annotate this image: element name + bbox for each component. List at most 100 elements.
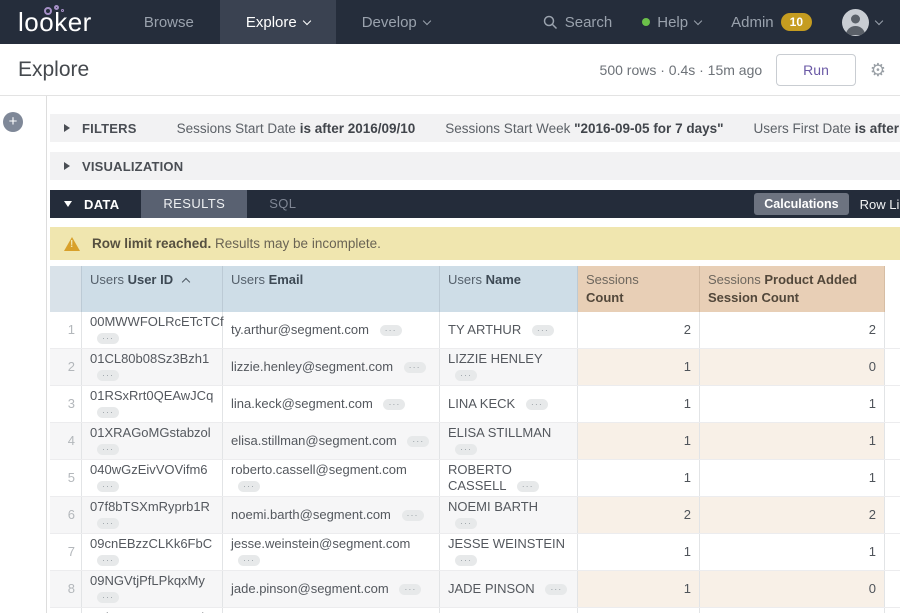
cell-user-id[interactable]: 00MWWFOLRcETcTCf ··· bbox=[82, 312, 223, 348]
cell-email[interactable]: lina.keck@segment.com ··· bbox=[223, 386, 440, 422]
cell-user-id[interactable]: 0Ai6GNCGszHC4qlF ··· bbox=[82, 608, 223, 613]
cell-user-id[interactable]: 01CL80b08Sz3Bzh1 ··· bbox=[82, 349, 223, 385]
tab-sql[interactable]: SQL bbox=[247, 190, 318, 218]
cell-user-id[interactable]: 09cnEBzzCLKk6FbC ··· bbox=[82, 534, 223, 570]
cell-product-added-session-count[interactable]: 1 bbox=[700, 386, 885, 422]
run-button[interactable]: Run bbox=[776, 54, 856, 86]
cell-menu-icon[interactable]: ··· bbox=[455, 444, 477, 455]
cell-menu-icon[interactable]: ··· bbox=[399, 584, 421, 595]
cell-user-id[interactable]: 040wGzEivVOVifm6 ··· bbox=[82, 460, 223, 496]
cell-menu-icon[interactable]: ··· bbox=[380, 325, 402, 336]
cell-sessions-count[interactable]: 2 bbox=[578, 312, 700, 348]
visualization-bar[interactable]: VISUALIZATION bbox=[50, 152, 900, 180]
cell-menu-icon[interactable]: ··· bbox=[455, 555, 477, 566]
nav-admin[interactable]: Admin 10 bbox=[731, 13, 812, 31]
cell-sessions-count[interactable]: 1 bbox=[578, 534, 700, 570]
cell-product-added-session-count[interactable]: 0 bbox=[700, 571, 885, 607]
cell-email[interactable]: jamal.keefe@segment.com ··· bbox=[223, 608, 440, 613]
row-number-value: 4 bbox=[68, 433, 75, 449]
cell-menu-icon[interactable]: ··· bbox=[383, 399, 405, 410]
tab-results[interactable]: RESULTS bbox=[141, 190, 247, 218]
cell-name[interactable]: JADE PINSON ··· bbox=[440, 571, 578, 607]
calculations-button[interactable]: Calculations bbox=[754, 193, 848, 215]
cell-name[interactable]: TY ARTHUR ··· bbox=[440, 312, 578, 348]
cell-menu-icon[interactable]: ··· bbox=[97, 444, 119, 455]
nav-user-menu[interactable] bbox=[842, 9, 882, 36]
cell-sessions-count-value: 1 bbox=[684, 581, 691, 597]
cell-product-added-session-count[interactable]: 2 bbox=[700, 312, 885, 348]
cell-user-id[interactable]: 07f8bTSXmRyprb1R ··· bbox=[82, 497, 223, 533]
cell-user-id-value: 09cnEBzzCLKk6FbC ··· bbox=[90, 536, 214, 568]
cell-menu-icon[interactable]: ··· bbox=[404, 362, 426, 373]
cell-name[interactable]: ELISA STILLMAN ··· bbox=[440, 423, 578, 459]
cell-email[interactable]: jesse.weinstein@segment.com ··· bbox=[223, 534, 440, 570]
gear-icon[interactable]: ⚙ bbox=[870, 61, 886, 79]
nav-search[interactable]: Search bbox=[543, 14, 613, 31]
cell-menu-icon[interactable]: ··· bbox=[97, 370, 119, 381]
cell-menu-icon[interactable]: ··· bbox=[545, 584, 567, 595]
data-label[interactable]: DATA bbox=[84, 197, 119, 212]
cell-menu-icon[interactable]: ··· bbox=[97, 592, 119, 603]
cell-product-added-session-count[interactable]: 1 bbox=[700, 423, 885, 459]
column-header-user-id[interactable]: Users User ID bbox=[82, 266, 223, 312]
cell-email[interactable]: lizzie.henley@segment.com ··· bbox=[223, 349, 440, 385]
cell-name[interactable]: JESSE WEINSTEIN ··· bbox=[440, 534, 578, 570]
cell-email[interactable]: ty.arthur@segment.com ··· bbox=[223, 312, 440, 348]
cell-product-added-session-count[interactable]: 1 bbox=[700, 608, 885, 613]
cell-product-added-session-count[interactable]: 0 bbox=[700, 349, 885, 385]
nav-help[interactable]: Help bbox=[642, 14, 701, 31]
cell-name[interactable]: LINA KECK ··· bbox=[440, 386, 578, 422]
admin-label: Admin bbox=[731, 14, 774, 31]
cell-user-id[interactable]: 01RSxRrt0QEAwJCq ··· bbox=[82, 386, 223, 422]
nav-item-browse[interactable]: Browse bbox=[118, 0, 220, 44]
cell-user-id[interactable]: 01XRAGoMGstabzol ··· bbox=[82, 423, 223, 459]
cell-sessions-count[interactable]: 1 bbox=[578, 460, 700, 496]
cell-menu-icon[interactable]: ··· bbox=[532, 325, 554, 336]
column-header-name[interactable]: Users Name bbox=[440, 266, 578, 312]
row-number: 9 bbox=[50, 608, 82, 613]
cell-product-added-session-count[interactable]: 1 bbox=[700, 460, 885, 496]
nav-item-develop[interactable]: Develop bbox=[336, 0, 456, 44]
cell-sessions-count[interactable]: 1 bbox=[578, 386, 700, 422]
cell-menu-icon[interactable]: ··· bbox=[238, 555, 260, 566]
cell-sessions-count[interactable]: 1 bbox=[578, 423, 700, 459]
cell-email[interactable]: jade.pinson@segment.com ··· bbox=[223, 571, 440, 607]
cell-menu-icon[interactable]: ··· bbox=[455, 518, 477, 529]
cell-email[interactable]: noemi.barth@segment.com ··· bbox=[223, 497, 440, 533]
cell-menu-icon[interactable]: ··· bbox=[526, 399, 548, 410]
column-header-email[interactable]: Users Email bbox=[223, 266, 440, 312]
cell-menu-icon[interactable]: ··· bbox=[97, 518, 119, 529]
nav-item-explore[interactable]: Explore bbox=[220, 0, 336, 44]
cell-name[interactable]: LIZZIE HENLEY ··· bbox=[440, 349, 578, 385]
caret-down-icon[interactable] bbox=[64, 201, 72, 207]
cell-sessions-count[interactable]: 1 bbox=[578, 571, 700, 607]
filter-item[interactable]: Sessions Start Week "2016-09-05 for 7 da… bbox=[445, 121, 723, 136]
filters-bar[interactable]: FILTERS Sessions Start Date is after 201… bbox=[50, 114, 900, 142]
cell-menu-icon[interactable]: ··· bbox=[517, 481, 539, 492]
cell-menu-icon[interactable]: ··· bbox=[402, 510, 424, 521]
cell-sessions-count[interactable]: 2 bbox=[578, 497, 700, 533]
cell-user-id[interactable]: 09NGVtjPfLPkqxMy ··· bbox=[82, 571, 223, 607]
cell-name[interactable]: JAMAL KEEFE ··· bbox=[440, 608, 578, 613]
cell-sessions-count[interactable]: 1 bbox=[578, 349, 700, 385]
cell-name[interactable]: ROBERTO CASSELL ··· bbox=[440, 460, 578, 496]
cell-menu-icon[interactable]: ··· bbox=[97, 333, 119, 344]
cell-product-added-session-count[interactable]: 2 bbox=[700, 497, 885, 533]
cell-menu-icon[interactable]: ··· bbox=[455, 370, 477, 381]
cell-name[interactable]: NOEMI BARTH ··· bbox=[440, 497, 578, 533]
cell-menu-icon[interactable]: ··· bbox=[97, 555, 119, 566]
add-field-button[interactable]: + bbox=[3, 112, 23, 132]
cell-menu-icon[interactable]: ··· bbox=[97, 481, 119, 492]
cell-sessions-count[interactable]: 1 bbox=[578, 608, 700, 613]
cell-email[interactable]: elisa.stillman@segment.com ··· bbox=[223, 423, 440, 459]
looker-logo[interactable]: looker bbox=[0, 0, 118, 44]
filter-item[interactable]: Sessions Start Date is after 2016/09/10 bbox=[177, 121, 416, 136]
filter-item[interactable]: Users First Date is after 2016/09/10 bbox=[754, 121, 900, 136]
column-header-product-added-session-count[interactable]: Sessions Product Added Session Count bbox=[700, 266, 885, 312]
cell-menu-icon[interactable]: ··· bbox=[238, 481, 260, 492]
cell-menu-icon[interactable]: ··· bbox=[97, 407, 119, 418]
cell-product-added-session-count[interactable]: 1 bbox=[700, 534, 885, 570]
column-header-sessions-count[interactable]: Sessions Count bbox=[578, 266, 700, 312]
cell-email[interactable]: roberto.cassell@segment.com ··· bbox=[223, 460, 440, 496]
cell-menu-icon[interactable]: ··· bbox=[407, 436, 429, 447]
